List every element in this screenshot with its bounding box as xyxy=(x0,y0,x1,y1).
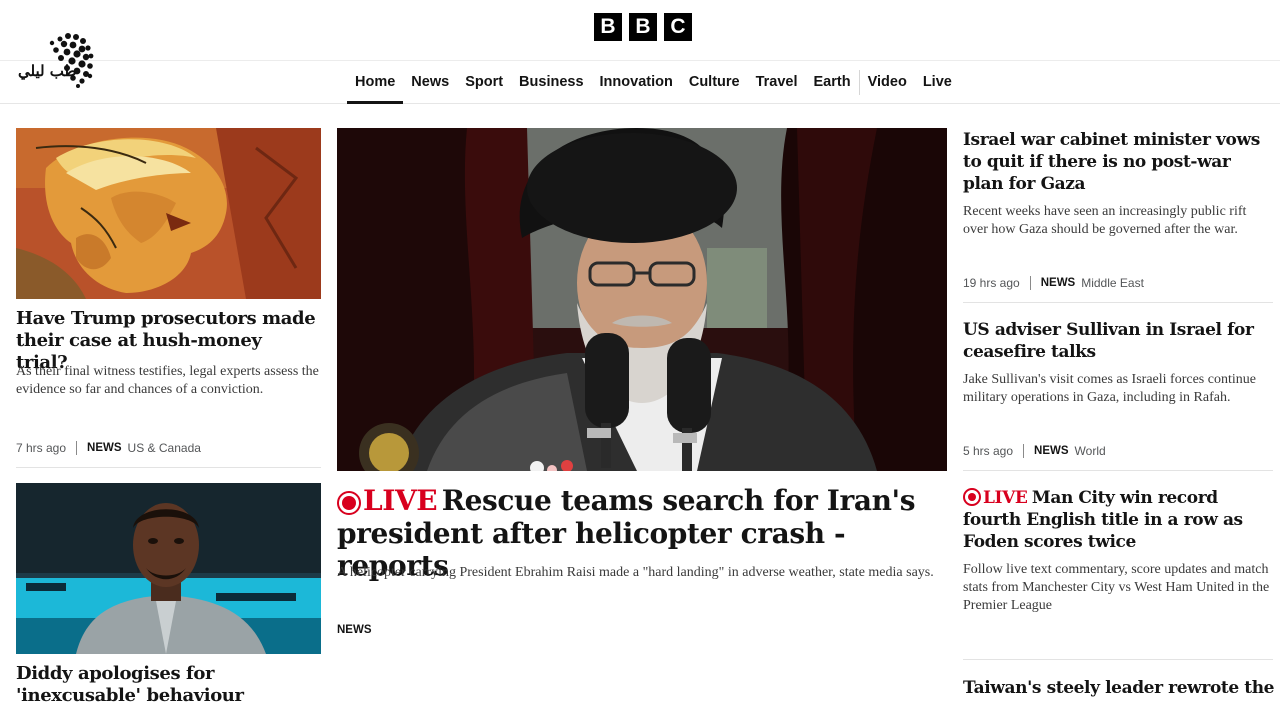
story-divider xyxy=(963,470,1273,471)
nav-item-earth[interactable]: Earth xyxy=(806,62,859,103)
live-story[interactable]: LIVE Man City win record fourth English … xyxy=(963,487,1273,553)
live-label: LIVE xyxy=(983,488,1028,508)
meta-divider xyxy=(1023,444,1025,458)
live-label: LIVE xyxy=(363,484,438,517)
nav-item-innovation[interactable]: Innovation xyxy=(592,62,681,103)
bbc-logo-block: B xyxy=(594,13,622,41)
story-meta: 5 hrs ago NEWS World xyxy=(963,444,1106,458)
lead-story-meta: NEWS xyxy=(337,624,378,636)
site-watermark-logo: طب ليلي xyxy=(16,26,96,94)
story-divider xyxy=(963,302,1273,303)
nav-item-business[interactable]: Business xyxy=(511,62,591,103)
courtroom-sketch-image xyxy=(16,128,321,299)
nav-item-culture[interactable]: Culture xyxy=(681,62,748,103)
nav-item-travel[interactable]: Travel xyxy=(748,62,806,103)
story-headline[interactable]: Taiwan's steely leader rewrote the xyxy=(963,677,1274,699)
story-meta: 7 hrs ago NEWS US & Canada xyxy=(16,441,201,455)
bbc-logo-block: B xyxy=(629,13,657,41)
story-section[interactable]: NEWS xyxy=(1034,445,1069,457)
globe-icon xyxy=(49,33,94,88)
story-section[interactable]: NEWS xyxy=(87,442,122,454)
raisi-photo-image xyxy=(337,128,947,471)
story-timestamp: 7 hrs ago xyxy=(16,441,67,455)
story-topic[interactable]: US & Canada xyxy=(128,441,201,455)
story-summary: Jake Sullivan's visit comes as Israeli f… xyxy=(963,372,1256,405)
story-topic[interactable]: World xyxy=(1075,444,1106,458)
story-headline[interactable]: Diddy apologises for 'inexcusable' behav… xyxy=(16,663,321,704)
story-timestamp: 19 hrs ago xyxy=(963,276,1020,290)
nav-item-video[interactable]: Video xyxy=(860,62,915,103)
nav-item-sport[interactable]: Sport xyxy=(457,62,511,103)
story-image-trump-sketch[interactable] xyxy=(16,128,321,299)
meta-divider xyxy=(76,441,78,455)
bbc-logo-block: C xyxy=(664,13,692,41)
story-section[interactable]: NEWS xyxy=(1041,277,1076,289)
diddy-photo-image xyxy=(16,483,321,654)
story-topic[interactable]: Middle East xyxy=(1081,276,1144,290)
main-nav: Home News Sport Business Innovation Cult… xyxy=(347,62,960,104)
story-divider xyxy=(16,467,321,468)
story-section[interactable]: NEWS xyxy=(337,624,372,636)
meta-divider xyxy=(1029,276,1031,290)
lead-story-summary: A helicopter carrying President Ebrahim … xyxy=(337,565,934,580)
story-meta: 19 hrs ago NEWS Middle East xyxy=(963,276,1144,290)
nav-item-live[interactable]: Live xyxy=(915,62,960,103)
lead-story-image[interactable] xyxy=(337,128,947,471)
site-logo-text: طب ليلي xyxy=(18,62,77,80)
nav-item-home[interactable]: Home xyxy=(347,62,404,104)
story-summary: As their final witness testifies, legal … xyxy=(16,364,319,397)
story-image-diddy[interactable] xyxy=(16,483,321,654)
masthead: B B C طب ليلي Home News Sport Business I… xyxy=(0,0,1280,104)
story-summary: Recent weeks have seen an increasingly p… xyxy=(963,204,1247,237)
story-divider xyxy=(963,659,1273,660)
story-timestamp: 5 hrs ago xyxy=(963,444,1014,458)
live-indicator-icon xyxy=(963,487,981,506)
nav-item-news[interactable]: News xyxy=(403,62,457,103)
story-headline[interactable]: Israel war cabinet minister vows to quit… xyxy=(963,129,1268,195)
live-indicator-icon xyxy=(337,490,361,515)
story-headline[interactable]: US adviser Sullivan in Israel for ceasef… xyxy=(963,319,1268,363)
story-summary: Follow live text commentary, score updat… xyxy=(963,562,1270,613)
bbc-logo[interactable]: B B C xyxy=(594,13,692,41)
